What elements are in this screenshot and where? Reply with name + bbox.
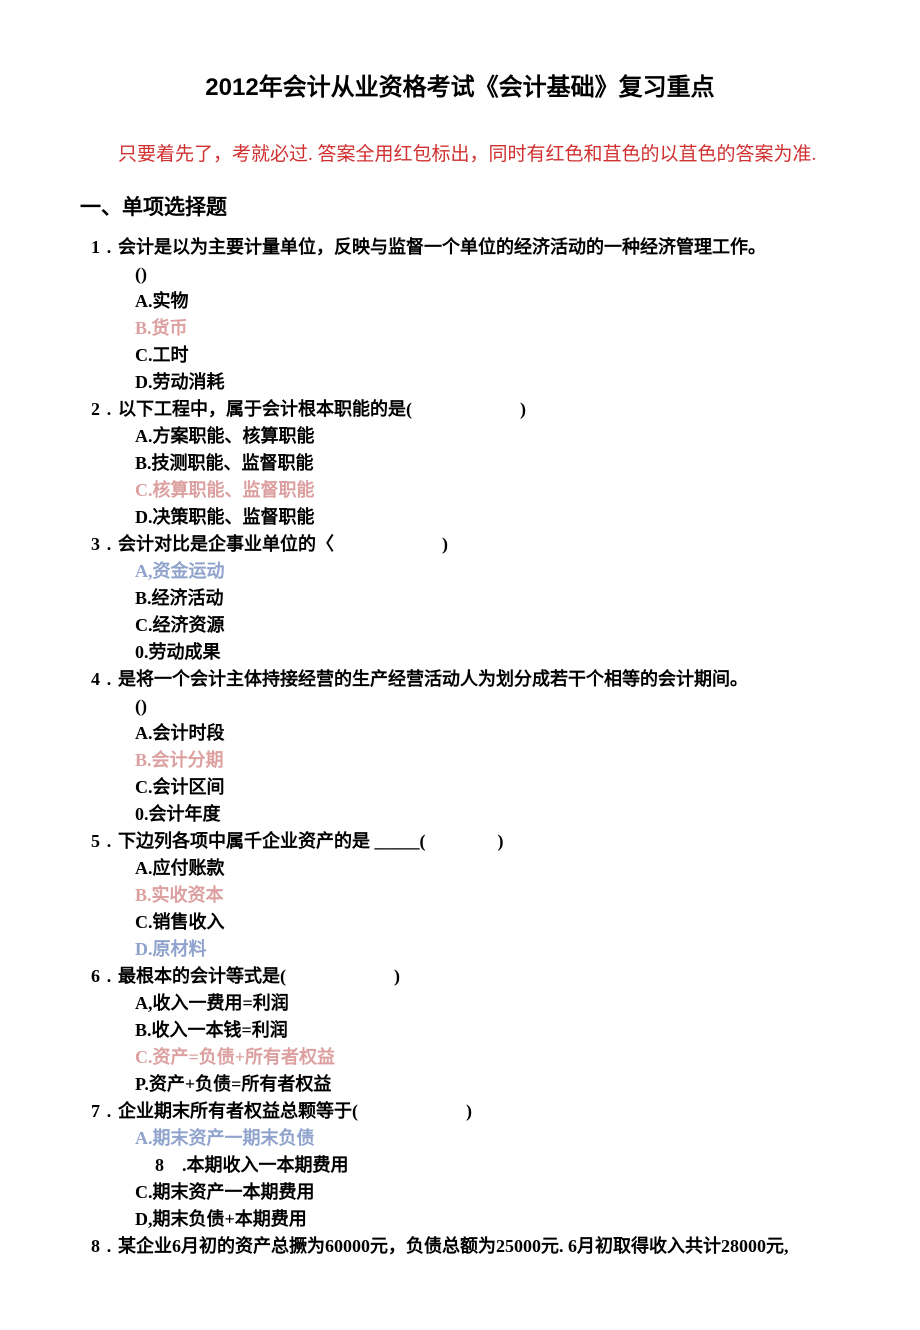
option: A.期末资产一期末负债 <box>135 1125 840 1152</box>
question-text: 某企业6月初的资产总撅为60000元，负债总额为25000元. 6月初取得收入共… <box>118 1233 840 1260</box>
question-block: 4.是将一个会计主体持接经营的生产经营活动人为划分成若干个相等的会计期间。()A… <box>80 666 840 828</box>
option-list: A.方案职能、核算职能B.技测职能、监督职能C.核算职能、监督职能D.决策职能、… <box>135 423 840 531</box>
option: C.会计区间 <box>135 774 840 801</box>
question-stem: 7.企业期末所有者权益总颗等于( ) <box>80 1098 840 1125</box>
question-stem: 5.下边列各项中属千企业资产的是 _____( ) <box>80 828 840 855</box>
option: C.核算职能、监督职能 <box>135 477 840 504</box>
question-text: 企业期末所有者权益总颗等于( ) <box>118 1098 840 1125</box>
option: A.实物 <box>135 288 840 315</box>
exam-note: 只要着先了，考就必过. 答案全用红包标出，同时有红色和苴色的以苴色的答案为准. <box>80 136 840 174</box>
question-number: 8 <box>80 1233 100 1260</box>
option: B.实收资本 <box>135 882 840 909</box>
question-block: 5.下边列各项中属千企业资产的是 _____( )A.应付账款B.实收资本C.销… <box>80 828 840 963</box>
option-list: A.会计时段B.会计分期C.会计区间0.会计年度 <box>135 720 840 828</box>
option: C.工时 <box>135 342 840 369</box>
question-stem: 4.是将一个会计主体持接经营的生产经营活动人为划分成若干个相等的会计期间。 <box>80 666 840 693</box>
option: A,资金运动 <box>135 558 840 585</box>
question-text: 会计是以为主要计量单位，反映与监督一个单位的经济活动的一种经济管理工作。 <box>118 234 840 261</box>
question-number: 2 <box>80 396 100 423</box>
question-stem: 1.会计是以为主要计量单位，反映与监督一个单位的经济活动的一种经济管理工作。 <box>80 234 840 261</box>
option: B.会计分期 <box>135 747 840 774</box>
option: P.资产+负债=所有者权益 <box>135 1071 840 1098</box>
option: C.期末资产一本期费用 <box>135 1179 840 1206</box>
option: D.原材料 <box>135 936 840 963</box>
question-text: 以下工程中，属于会计根本职能的是( ) <box>118 396 840 423</box>
option: B.收入一本钱=利润 <box>135 1017 840 1044</box>
option: 0.劳动成果 <box>135 639 840 666</box>
option: B.技测职能、监督职能 <box>135 450 840 477</box>
question-stem: 3.会计对比是企事业单位的〈 ) <box>80 531 840 558</box>
option: A.会计时段 <box>135 720 840 747</box>
option: C.资产=负债+所有者权益 <box>135 1044 840 1071</box>
question-blank: () <box>135 693 840 720</box>
option-list: A.应付账款B.实收资本C.销售收入D.原材料 <box>135 855 840 963</box>
option-list: A.期末资产一期末负债8 .本期收入一本期费用C.期末资产一本期费用D,期末负债… <box>135 1125 840 1233</box>
option: D.决策职能、监督职能 <box>135 504 840 531</box>
question-block: 7.企业期末所有者权益总颗等于( )A.期末资产一期末负债8 .本期收入一本期费… <box>80 1098 840 1233</box>
question-block: 8.某企业6月初的资产总撅为60000元，负债总额为25000元. 6月初取得收… <box>80 1233 840 1260</box>
option: 0.会计年度 <box>135 801 840 828</box>
option: D,期末负债+本期费用 <box>135 1206 840 1233</box>
question-stem: 2.以下工程中，属于会计根本职能的是( ) <box>80 396 840 423</box>
question-text: 最根本的会计等式是( ) <box>118 963 840 990</box>
option: A.应付账款 <box>135 855 840 882</box>
question-block: 2.以下工程中，属于会计根本职能的是( )A.方案职能、核算职能B.技测职能、监… <box>80 396 840 531</box>
option-list: A.实物B.货币C.工时D.劳动消耗 <box>135 288 840 396</box>
option: 8 .本期收入一本期费用 <box>155 1152 840 1179</box>
option: B.经济活动 <box>135 585 840 612</box>
question-number: 6 <box>80 963 100 990</box>
option: D.劳动消耗 <box>135 369 840 396</box>
question-number: 7 <box>80 1098 100 1125</box>
option-list: A,收入一费用=利润B.收入一本钱=利润C.资产=负债+所有者权益P.资产+负债… <box>135 990 840 1098</box>
section-heading: 一、单项选择题 <box>80 192 840 224</box>
question-block: 1.会计是以为主要计量单位，反映与监督一个单位的经济活动的一种经济管理工作。()… <box>80 234 840 396</box>
question-text: 下边列各项中属千企业资产的是 _____( ) <box>118 828 840 855</box>
option-list: A,资金运动B.经济活动C.经济资源0.劳动成果 <box>135 558 840 666</box>
question-block: 6.最根本的会计等式是( )A,收入一费用=利润B.收入一本钱=利润C.资产=负… <box>80 963 840 1098</box>
option: C.销售收入 <box>135 909 840 936</box>
question-stem: 6.最根本的会计等式是( ) <box>80 963 840 990</box>
page-title: 2012年会计从业资格考试《会计基础》复习重点 <box>80 70 840 106</box>
option: A,收入一费用=利润 <box>135 990 840 1017</box>
question-number: 3 <box>80 531 100 558</box>
question-text: 会计对比是企事业单位的〈 ) <box>118 531 840 558</box>
question-number: 5 <box>80 828 100 855</box>
option: C.经济资源 <box>135 612 840 639</box>
question-blank: () <box>135 261 840 288</box>
question-list: 1.会计是以为主要计量单位，反映与监督一个单位的经济活动的一种经济管理工作。()… <box>80 234 840 1260</box>
question-block: 3.会计对比是企事业单位的〈 )A,资金运动B.经济活动C.经济资源0.劳动成果 <box>80 531 840 666</box>
question-text: 是将一个会计主体持接经营的生产经营活动人为划分成若干个相等的会计期间。 <box>118 666 840 693</box>
question-number: 4 <box>80 666 100 693</box>
question-number: 1 <box>80 234 100 261</box>
option: B.货币 <box>135 315 840 342</box>
option: A.方案职能、核算职能 <box>135 423 840 450</box>
question-stem: 8.某企业6月初的资产总撅为60000元，负债总额为25000元. 6月初取得收… <box>80 1233 840 1260</box>
